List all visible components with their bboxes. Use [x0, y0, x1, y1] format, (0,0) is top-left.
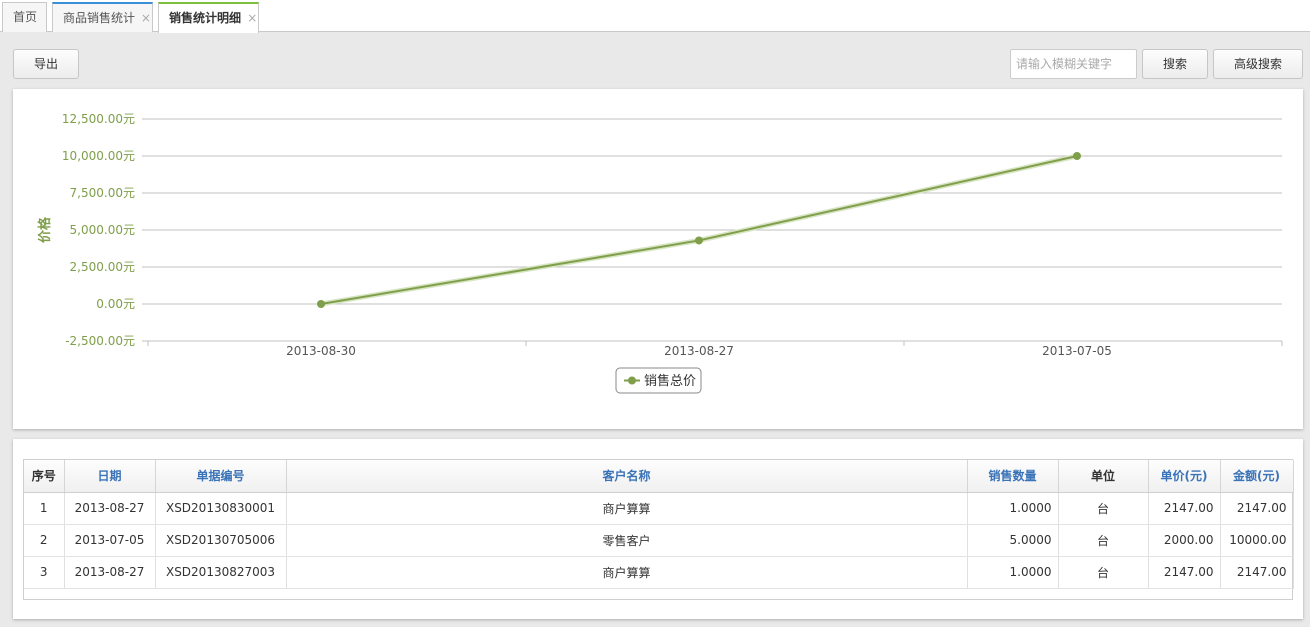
tab-label: 销售统计明细: [169, 11, 242, 25]
sales-detail-table: 序号 日期 单据编号 客户名称 销售数量 单位 单价(元) 金额(元) 1 20…: [24, 460, 1294, 589]
cell-unit: 台: [1058, 524, 1149, 557]
y-tick-label: 10,000.00元: [62, 149, 135, 163]
table-header-row: 序号 日期 单据编号 客户名称 销售数量 单位 单价(元) 金额(元): [24, 460, 1294, 493]
cell-date: 2013-07-05: [64, 524, 156, 557]
data-point: [695, 236, 703, 245]
x-axis: 2013-08-30 2013-08-27 2013-07-05: [147, 341, 1283, 358]
tab-label: 首页: [13, 10, 38, 24]
grid-footer: [24, 588, 1292, 599]
cell-index: 2: [24, 524, 65, 557]
export-button[interactable]: 导出: [13, 49, 79, 79]
column-header-amount[interactable]: 金额(元): [1220, 460, 1294, 493]
cell-doc-number: XSD20130827003: [155, 556, 287, 589]
advanced-search-button[interactable]: 高级搜索: [1213, 49, 1303, 79]
cell-unit: 台: [1058, 492, 1149, 525]
column-header-index[interactable]: 序号: [24, 460, 65, 493]
y-axis-label: 价格: [37, 216, 53, 243]
tab-home[interactable]: 首页: [2, 2, 47, 32]
column-header-quantity[interactable]: 销售数量: [967, 460, 1059, 493]
cell-customer: 商户算算: [286, 556, 968, 589]
table-row[interactable]: 3 2013-08-27 XSD20130827003 商户算算 1.0000 …: [24, 556, 1294, 589]
cell-unit: 台: [1058, 556, 1149, 589]
cell-customer: 零售客户: [286, 524, 968, 557]
line-chart: 12,500.00元 10,000.00元 7,500.00元 5,000.00元 2,…: [37, 112, 1283, 394]
y-grid: [142, 118, 1282, 342]
cell-amount: 2147.00: [1220, 492, 1294, 525]
close-icon[interactable]: ×: [141, 11, 151, 25]
cell-unit-price: 2000.00: [1148, 524, 1221, 557]
legend-swatch-marker: [628, 376, 636, 385]
cell-doc-number: XSD20130830001: [155, 492, 287, 525]
column-header-unit-price[interactable]: 单价(元): [1148, 460, 1221, 493]
cell-customer: 商户算算: [286, 492, 968, 525]
legend[interactable]: 销售总价: [615, 367, 702, 394]
y-tick-label: -2,500.00元: [65, 334, 135, 348]
close-icon[interactable]: ×: [247, 11, 257, 25]
y-axis-ticks: 12,500.00元 10,000.00元 7,500.00元 5,000.00元 2,…: [62, 112, 135, 348]
data-point: [317, 300, 325, 308]
y-tick-label: 7,500.00元: [70, 186, 135, 200]
table-row[interactable]: 1 2013-08-27 XSD20130830001 商户算算 1.0000 …: [24, 492, 1294, 525]
cell-date: 2013-08-27: [64, 556, 156, 589]
y-tick-label: 2,500.00元: [70, 260, 135, 274]
legend-label: 销售总价: [644, 373, 696, 389]
y-tick-label: 12,500.00元: [62, 112, 135, 126]
column-header-doc-number[interactable]: 单据编号: [155, 460, 287, 493]
y-tick-label: 5,000.00元: [70, 223, 135, 237]
chart-panel: 12,500.00元 10,000.00元 7,500.00元 5,000.00元 2,…: [13, 89, 1303, 429]
search-button[interactable]: 搜索: [1142, 49, 1208, 79]
cell-unit-price: 2147.00: [1148, 492, 1221, 525]
table-panel: 序号 日期 单据编号 客户名称 销售数量 单位 单价(元) 金额(元) 1 20…: [13, 439, 1303, 619]
tab-label: 商品销售统计: [63, 11, 136, 25]
cell-quantity: 1.0000: [967, 492, 1059, 525]
cell-quantity: 5.0000: [967, 524, 1059, 557]
cell-quantity: 1.0000: [967, 556, 1059, 589]
tab-product-sales-stats[interactable]: 商品销售统计 ×: [52, 2, 153, 32]
table-row[interactable]: 2 2013-07-05 XSD20130705006 零售客户 5.0000 …: [24, 524, 1294, 557]
x-tick-label: 2013-07-05: [1042, 344, 1112, 358]
cell-doc-number: XSD20130705006: [155, 524, 287, 557]
tab-sales-stats-detail[interactable]: 销售统计明细 ×: [158, 2, 259, 33]
tab-bar: 首页 商品销售统计 × 销售统计明细 ×: [0, 0, 1310, 33]
search-input[interactable]: [1010, 49, 1137, 79]
cell-amount: 2147.00: [1220, 556, 1294, 589]
column-header-date[interactable]: 日期: [64, 460, 156, 493]
column-header-customer[interactable]: 客户名称: [286, 460, 968, 493]
cell-amount: 10000.00: [1220, 524, 1294, 557]
data-grid: 序号 日期 单据编号 客户名称 销售数量 单位 单价(元) 金额(元) 1 20…: [23, 459, 1294, 600]
cell-index: 1: [24, 492, 65, 525]
x-tick-label: 2013-08-27: [664, 344, 734, 358]
cell-date: 2013-08-27: [64, 492, 156, 525]
column-header-unit[interactable]: 单位: [1058, 460, 1149, 493]
data-point: [1073, 152, 1081, 160]
cell-index: 3: [24, 556, 65, 589]
y-tick-label: 0.00元: [96, 297, 135, 311]
x-tick-label: 2013-08-30: [286, 344, 356, 358]
cell-unit-price: 2147.00: [1148, 556, 1221, 589]
